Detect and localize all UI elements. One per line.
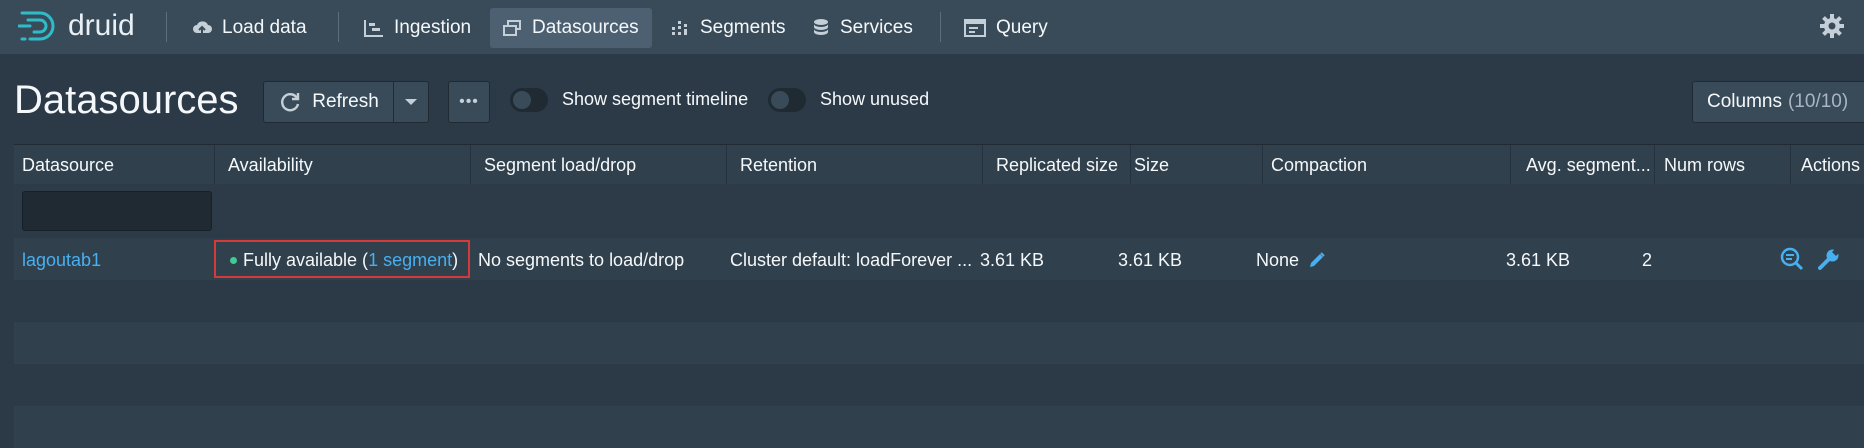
column-header-availability[interactable]: Availability [228,155,313,176]
nav-query[interactable]: Query [952,8,1060,48]
nav-services-label: Services [840,17,913,38]
avg-segment-cell: 3.61 KB [1506,250,1571,270]
empty-row [14,280,1864,322]
compaction-cell[interactable]: None [1256,250,1326,271]
nav-ingestion[interactable]: Ingestion [352,8,483,48]
column-resizer[interactable] [1790,145,1791,185]
cloud-upload-icon [193,21,212,36]
toggle-knob [513,91,531,109]
druid-logo-icon [18,11,55,41]
brand-name: druid [68,9,135,42]
stacked-chart-icon [672,21,687,35]
columns-count: (10/10) [1787,91,1849,112]
columns-picker-button[interactable]: Columns (10/10) [1692,81,1864,123]
columns-label: Columns [1707,91,1782,112]
table-header: Datasource Availability Segment load/dro… [14,144,1864,185]
more-options-button[interactable]: ••• [448,81,490,123]
column-resizer[interactable] [1262,145,1263,185]
application-icon [964,19,986,37]
show-unused-toggle[interactable] [768,88,806,112]
nav-segments-label: Segments [700,17,786,38]
column-header-size[interactable]: Size [1134,155,1169,176]
retention-cell[interactable]: Cluster default: loadForever ... [730,250,972,271]
num-rows-cell: 2 [1642,250,1653,270]
column-header-compaction[interactable]: Compaction [1271,155,1367,176]
nav-load-data-label: Load data [222,17,307,38]
refresh-options-button[interactable] [393,81,429,123]
show-unused-label: Show unused [820,89,930,109]
filter-row [14,184,1864,234]
nav-datasources-label: Datasources [532,17,639,38]
multi-select-icon [503,20,521,36]
refresh-label: Refresh [312,91,379,112]
database-icon [814,19,828,35]
nav-query-label: Query [996,17,1048,38]
nav-divider [940,12,941,42]
column-header-datasource[interactable]: Datasource [22,155,114,176]
empty-row [14,364,1864,406]
druid-logo[interactable]: druid [18,6,135,46]
availability-highlight-box [214,240,470,278]
nav-divider [166,12,167,42]
column-resizer[interactable] [726,145,727,185]
column-resizer[interactable] [1130,145,1131,185]
nav-datasources[interactable]: Datasources [490,8,652,48]
datasource-link[interactable]: lagoutab1 [22,250,101,271]
nav-services[interactable]: Services [800,8,925,48]
column-header-avg-segment[interactable]: Avg. segment... [1526,155,1651,176]
search-template-icon[interactable] [1780,247,1804,271]
gantt-chart-icon [364,20,383,37]
column-resizer[interactable] [1510,145,1511,185]
nav-segments[interactable]: Segments [658,8,798,48]
more-icon: ••• [459,93,479,110]
actions-cell [1780,247,1842,276]
page-title: Datasources [14,78,239,122]
column-header-retention[interactable]: Retention [740,155,817,176]
empty-row [14,322,1864,364]
edit-icon[interactable] [1308,251,1326,269]
replicated-size-cell: 3.61 KB [980,250,1045,270]
datasource-filter-input[interactable] [22,191,212,231]
empty-row [14,406,1864,448]
wrench-icon[interactable] [1817,247,1842,271]
gear-icon[interactable] [1818,12,1846,40]
size-cell: 3.61 KB [1118,250,1183,270]
column-header-segment-load-drop[interactable]: Segment load/drop [484,155,636,176]
column-resizer[interactable] [470,145,471,185]
column-header-actions: Actions [1801,155,1861,175]
datasources-table: Datasource Availability Segment load/dro… [14,144,1864,448]
column-header-replicated-size[interactable]: Replicated size [996,155,1118,176]
caret-down-icon [405,99,417,105]
refresh-icon [281,93,300,112]
segment-timeline-toggle[interactable] [510,88,548,112]
nav-load-data[interactable]: Load data [180,8,319,48]
segment-timeline-label: Show segment timeline [562,89,749,109]
column-header-num-rows[interactable]: Num rows [1664,155,1745,176]
nav-divider [338,12,339,42]
top-navbar: druid Load data Ingestion Datasources Se… [0,0,1864,54]
segment-load-drop-cell: No segments to load/drop [478,250,685,270]
toggle-knob [771,91,789,109]
refresh-button[interactable]: Refresh [263,81,393,123]
compaction-value: None [1256,250,1300,270]
column-resizer[interactable] [214,145,215,185]
column-resizer[interactable] [1654,145,1655,185]
nav-ingestion-label: Ingestion [394,17,472,38]
column-resizer[interactable] [982,145,983,185]
